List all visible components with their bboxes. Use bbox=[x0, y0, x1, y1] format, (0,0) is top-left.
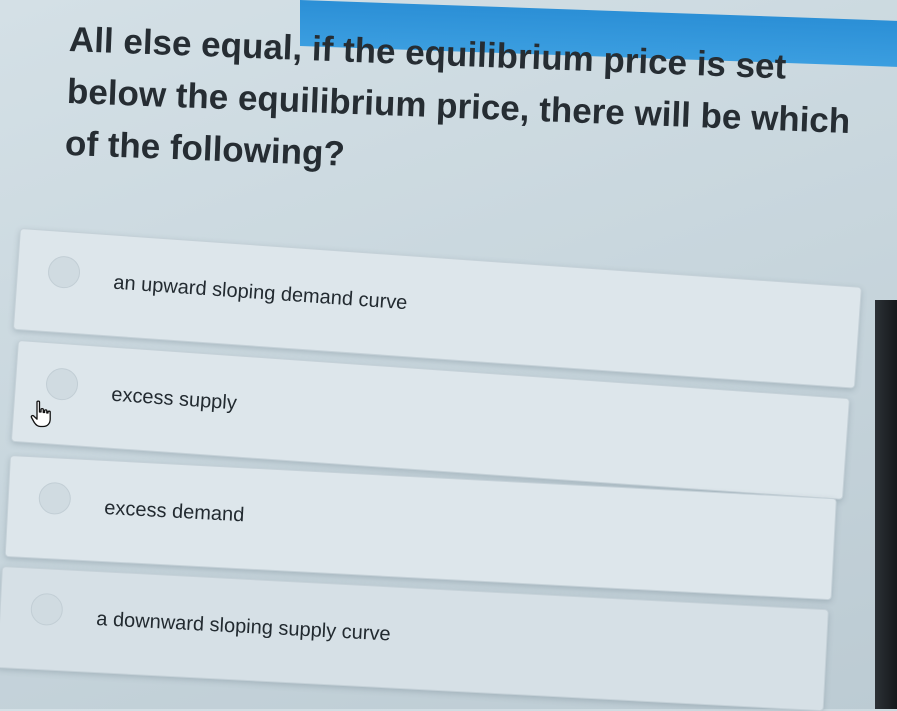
option-label: an upward sloping demand curve bbox=[112, 271, 409, 315]
answer-options: an upward sloping demand curve excess su… bbox=[0, 0, 897, 711]
radio-button[interactable] bbox=[46, 255, 82, 290]
radio-button[interactable] bbox=[29, 592, 64, 627]
radio-button[interactable] bbox=[44, 367, 80, 402]
option-label: excess supply bbox=[110, 383, 238, 415]
option-label: excess demand bbox=[103, 497, 245, 527]
hand-pointer-icon bbox=[30, 400, 51, 428]
option-label: a downward sloping supply curve bbox=[95, 608, 392, 646]
radio-button[interactable] bbox=[37, 481, 72, 516]
